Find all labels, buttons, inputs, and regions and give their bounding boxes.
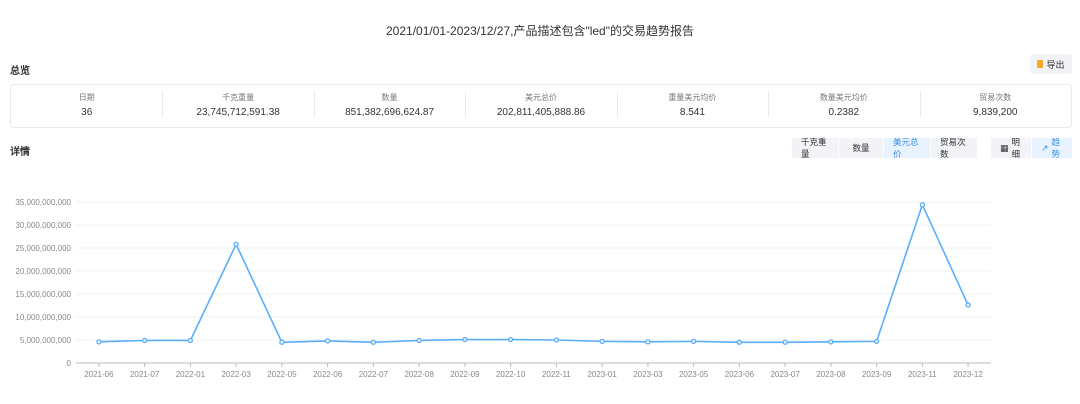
x-tick-label: 2021-06 <box>84 370 114 379</box>
y-tick-label: 5,000,000,000 <box>20 336 72 345</box>
x-tick-label: 2021-07 <box>130 370 160 379</box>
data-point <box>690 338 697 345</box>
x-tick-label: 2022-05 <box>267 370 297 379</box>
data-point <box>462 336 468 343</box>
x-tick-label: 2023-09 <box>862 370 892 379</box>
x-tick-label: 2022-09 <box>450 370 480 379</box>
x-tick-label: 2022-07 <box>359 370 389 379</box>
x-tick-label: 2023-11 <box>908 370 937 379</box>
x-tick-label: 2022-11 <box>542 370 571 379</box>
x-tick-label: 2023-06 <box>725 370 755 379</box>
data-point <box>873 338 880 345</box>
data-point <box>965 302 971 308</box>
data-point <box>828 339 834 345</box>
data-point <box>919 202 926 208</box>
data-point <box>96 339 102 345</box>
y-tick-label: 20,000,000,000 <box>15 267 71 276</box>
x-tick-label: 2023-08 <box>816 370 846 379</box>
x-tick-label: 2022-01 <box>176 370 206 379</box>
data-point <box>324 338 331 344</box>
y-tick-label: 0 <box>67 359 72 368</box>
x-tick-label: 2022-08 <box>404 370 434 379</box>
x-tick-label: 2023-12 <box>953 370 983 379</box>
x-tick-label: 2022-06 <box>313 370 343 379</box>
data-point <box>233 241 239 247</box>
data-point <box>187 337 194 344</box>
data-point <box>416 337 422 344</box>
y-tick-label: 25,000,000,000 <box>15 244 71 253</box>
y-tick-label: 10,000,000,000 <box>15 313 71 322</box>
data-point <box>370 339 377 345</box>
data-point <box>645 339 651 345</box>
x-tick-label: 2022-10 <box>496 370 526 379</box>
x-tick-label: 2023-07 <box>770 370 800 379</box>
data-point <box>553 337 560 343</box>
x-tick-label: 2022-03 <box>221 370 251 379</box>
y-tick-label: 35,000,000,000 <box>15 198 71 207</box>
x-tick-label: 2023-05 <box>679 370 709 379</box>
y-tick-label: 30,000,000,000 <box>15 221 71 230</box>
x-tick-label: 2023-01 <box>587 370 617 379</box>
data-point <box>279 339 285 345</box>
data-point <box>507 336 514 343</box>
data-point <box>782 339 788 345</box>
x-tick-label: 2023-03 <box>633 370 663 379</box>
data-point <box>736 339 743 345</box>
data-point <box>141 337 148 344</box>
trend-chart: 0 5,000,000,000 10,000,000,000 15,000,000,0… <box>15 198 991 379</box>
y-tick-label: 15,000,000,000 <box>15 290 71 299</box>
data-point <box>599 338 605 345</box>
